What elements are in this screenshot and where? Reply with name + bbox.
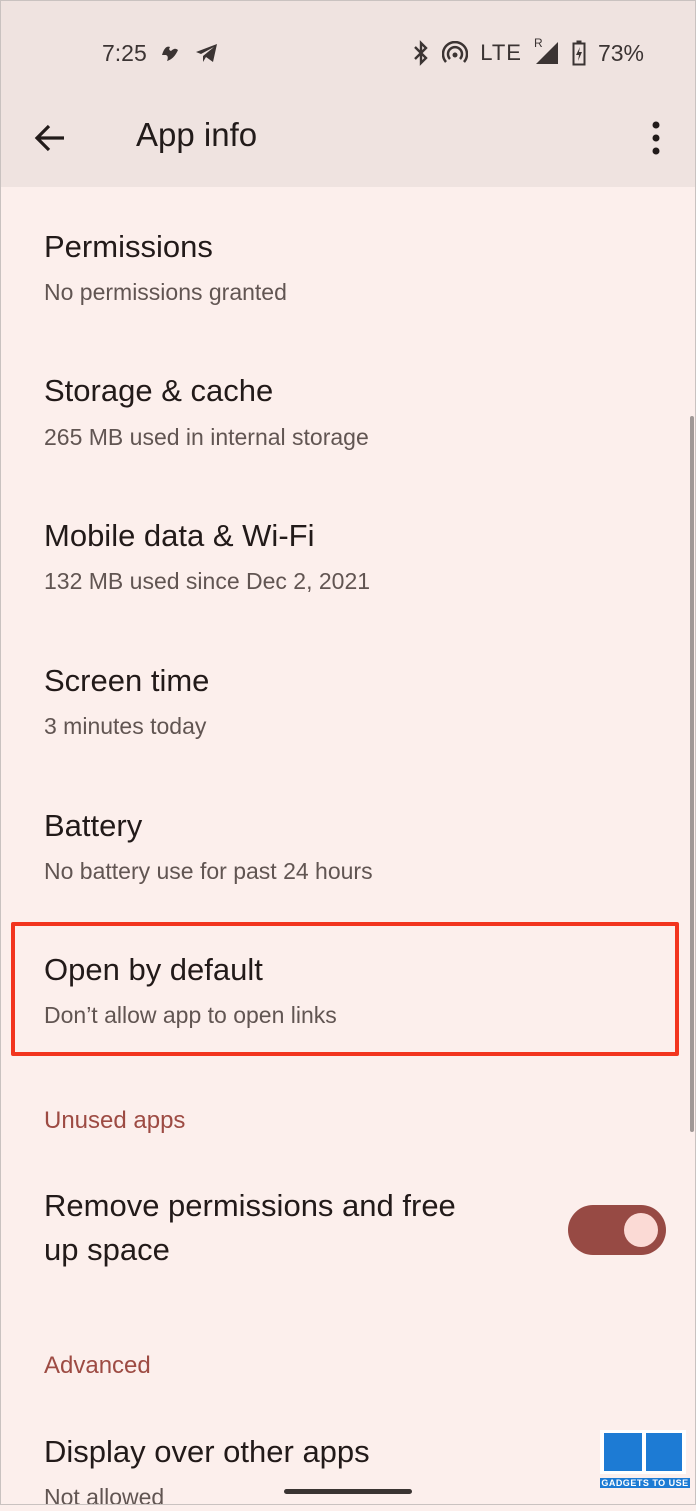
item-subtitle: No battery use for past 24 hours bbox=[44, 858, 373, 884]
battery-charging-icon bbox=[572, 40, 586, 66]
item-subtitle: Not allowed bbox=[44, 1484, 165, 1510]
item-title: Battery bbox=[44, 808, 143, 843]
item-subtitle: Don’t allow app to open links bbox=[44, 1002, 337, 1028]
system-icons: LTE R 73% bbox=[412, 36, 644, 68]
network-type: LTE bbox=[480, 40, 522, 65]
remove-permissions-toggle[interactable] bbox=[568, 1205, 666, 1255]
arrow-back-icon[interactable] bbox=[32, 120, 68, 156]
item-title: Screen time bbox=[44, 663, 210, 698]
item-subtitle: 265 MB used in internal storage bbox=[44, 424, 369, 450]
item-title: Mobile data & Wi-Fi bbox=[44, 518, 315, 553]
item-title: Display over other apps bbox=[44, 1434, 370, 1469]
list-item-battery[interactable]: Battery No battery use for past 24 hours bbox=[0, 795, 696, 915]
list-item-mobile-data[interactable]: Mobile data & Wi-Fi 132 MB used since De… bbox=[0, 505, 696, 625]
section-header-unused-apps: Unused apps bbox=[44, 1107, 186, 1134]
item-title: Open by default bbox=[44, 952, 263, 987]
watermark-mark bbox=[600, 1430, 686, 1474]
hotspot-icon bbox=[442, 41, 469, 63]
watermark-text: GADGETS TO USE bbox=[600, 1478, 690, 1488]
list-item-screen-time[interactable]: Screen time 3 minutes today bbox=[0, 650, 696, 770]
item-title: Storage & cache bbox=[44, 373, 274, 408]
page-title: App info bbox=[136, 116, 258, 153]
list-item-storage[interactable]: Storage & cache 265 MB used in internal … bbox=[0, 360, 696, 480]
gesture-nav-handle[interactable] bbox=[284, 1489, 412, 1494]
item-subtitle: 132 MB used since Dec 2, 2021 bbox=[44, 568, 371, 594]
status-time: 7:25 bbox=[102, 40, 147, 66]
more-vert-icon[interactable] bbox=[642, 118, 670, 158]
item-subtitle: No permissions granted bbox=[44, 279, 287, 305]
logo-block-u bbox=[646, 1433, 682, 1471]
notification-icons bbox=[158, 38, 220, 68]
bluetooth-icon bbox=[414, 40, 428, 66]
scrollbar[interactable] bbox=[690, 416, 694, 1132]
app-notification-icon bbox=[162, 46, 178, 61]
list-item-permissions[interactable]: Permissions No permissions granted bbox=[0, 215, 696, 335]
battery-percent: 73% bbox=[597, 39, 644, 66]
status-bar: 7:25 LTE R 73% bbox=[0, 36, 696, 72]
item-title-line2: up space bbox=[44, 1232, 170, 1267]
app-bar: App info bbox=[0, 100, 696, 176]
top-bar: 7:25 LTE R 73% App info bbox=[0, 0, 696, 187]
section-header-advanced: Advanced bbox=[44, 1352, 151, 1379]
signal-icon bbox=[535, 42, 558, 64]
list-item-open-by-default[interactable]: Open by default Don’t allow app to open … bbox=[0, 940, 696, 1050]
item-title: Permissions bbox=[44, 229, 213, 264]
item-title-line1: Remove permissions and free bbox=[44, 1188, 456, 1223]
signal-group: R bbox=[534, 36, 560, 66]
item-subtitle: 3 minutes today bbox=[44, 713, 207, 739]
watermark-logo: GADGETS TO USE bbox=[600, 1426, 690, 1496]
toggle-knob bbox=[624, 1213, 658, 1247]
telegram-icon bbox=[196, 44, 217, 62]
logo-block-g bbox=[604, 1433, 642, 1471]
